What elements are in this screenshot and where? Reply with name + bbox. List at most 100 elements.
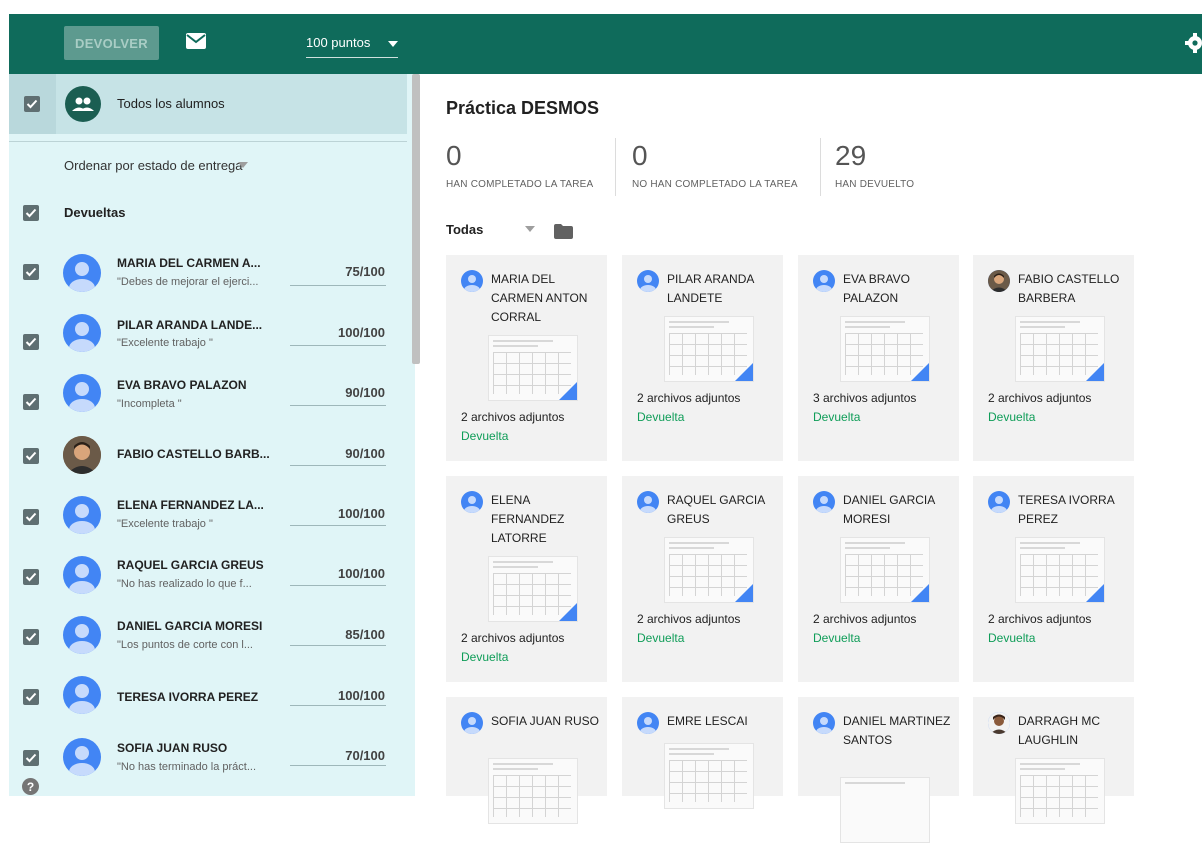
student-grade[interactable]: 70/100 [345,748,385,763]
submission-card[interactable]: FABIO CASTELLO BARBERA 2 archivos adjunt… [973,255,1134,461]
student-grade[interactable]: 75/100 [345,264,385,279]
student-checkbox[interactable] [23,509,39,525]
card-status: Devuelta [461,650,509,664]
student-name: TERESA IVORRA PEREZ [117,690,259,704]
student-row[interactable]: EVA BRAVO PALAZON "Incompleta " 90/100 [9,362,407,422]
stat-not-completed-value: 0 [632,140,648,171]
student-grade[interactable]: 100/100 [338,325,385,340]
student-row[interactable]: FABIO CASTELLO BARB... 90/100 [9,422,407,482]
student-grade[interactable]: 90/100 [345,385,385,400]
submission-card[interactable]: ELENA FERNANDEZ LATORRE 2 archivos adjun… [446,476,607,682]
attachment-thumbnail[interactable] [488,556,578,622]
avatar [988,270,1010,292]
student-checkbox[interactable] [23,448,39,464]
student-comment: "Incompleta " [117,398,182,410]
student-checkbox[interactable] [23,569,39,585]
card-attachments: 2 archivos adjuntos [637,391,741,405]
student-row[interactable]: DANIEL GARCIA MORESI "Los puntos de cort… [9,602,407,662]
all-students-row[interactable]: Todos los alumnos [9,74,407,134]
submission-card[interactable]: DANIEL MARTINEZ SANTOS [798,697,959,843]
card-student-name: RAQUEL GARCIA GREUS [667,493,765,526]
student-grade[interactable]: 85/100 [345,627,385,642]
student-row[interactable]: MARIA DEL CARMEN A... "Debes de mejorar … [9,242,407,302]
student-comment: "No has terminado la práct... [117,761,257,773]
card-attachments: 2 archivos adjuntos [813,612,917,626]
student-list-panel: Todos los alumnos Ordenar por estado de … [9,74,420,796]
attachment-thumbnail[interactable] [488,758,578,824]
student-checkbox[interactable] [23,264,39,280]
student-row[interactable]: PILAR ARANDA LANDE... "Excelente trabajo… [9,302,407,362]
chevron-down-icon[interactable] [525,226,535,232]
return-button[interactable]: DEVOLVER [64,26,159,60]
avatar [63,738,101,776]
student-checkbox[interactable] [23,750,39,766]
card-status: Devuelta [813,631,861,645]
student-checkbox[interactable] [23,629,39,645]
student-name: SOFIA JUAN RUSO [117,741,228,755]
student-checkbox[interactable] [23,689,39,705]
submission-card[interactable]: MARIA DEL CARMEN ANTON CORRAL 2 archivos… [446,255,607,461]
section-checkbox[interactable] [23,205,39,221]
submission-card[interactable]: EMRE LESCAI [622,697,783,809]
attachment-thumbnail[interactable] [664,537,754,603]
submission-card[interactable]: DARRAGH MC LAUGHLIN [973,697,1134,824]
attachment-thumbnail[interactable] [1015,537,1105,603]
submission-card[interactable]: DANIEL GARCIA MORESI 2 archivos adjuntos… [798,476,959,682]
submission-card[interactable]: RAQUEL GARCIA GREUS 2 archivos adjuntos … [622,476,783,682]
card-student-name: TERESA IVORRA PEREZ [1018,493,1115,526]
card-attachments: 2 archivos adjuntos [637,612,741,626]
student-row[interactable]: ELENA FERNANDEZ LA... "Excelente trabajo… [9,482,407,542]
attachment-thumbnail[interactable] [840,316,930,382]
chevron-down-icon[interactable] [238,162,248,168]
toolbar: DEVOLVER 100 puntos [9,14,1202,74]
dropdown-caret-icon [388,41,398,47]
submission-card[interactable]: EVA BRAVO PALAZON 3 archivos adjuntos De… [798,255,959,461]
student-grade[interactable]: 100/100 [338,688,385,703]
student-checkbox[interactable] [23,394,39,410]
filter-dropdown[interactable]: Todas [446,222,483,237]
student-comment: "Debes de mejorar el ejerci... [117,276,259,288]
attachment-thumbnail[interactable] [664,743,754,809]
divider [9,141,407,142]
scrollbar[interactable] [412,74,420,364]
card-status: Devuelta [461,429,509,443]
help-icon[interactable]: ? [22,778,39,800]
card-student-name: MARIA DEL CARMEN ANTON CORRAL [491,272,588,324]
folder-icon[interactable] [554,224,573,244]
grade-underline [290,405,386,406]
attachment-thumbnail[interactable] [840,537,930,603]
attachment-thumbnail[interactable] [1015,316,1105,382]
sort-dropdown[interactable]: Ordenar por estado de entrega [64,158,243,173]
card-attachments: 2 archivos adjuntos [988,391,1092,405]
attachment-thumbnail[interactable] [664,316,754,382]
grade-underline [290,285,386,286]
avatar [63,676,101,714]
all-students-checkbox-area[interactable] [9,74,56,134]
submission-card[interactable]: PILAR ARANDA LANDETE 2 archivos adjuntos… [622,255,783,461]
student-checkbox[interactable] [23,334,39,350]
points-select[interactable]: 100 puntos [306,35,398,58]
card-student-name: SOFIA JUAN RUSO [491,714,600,728]
attachment-thumbnail[interactable] [1015,758,1105,824]
student-grade[interactable]: 90/100 [345,446,385,461]
gear-icon[interactable] [1184,32,1202,59]
student-row[interactable]: RAQUEL GARCIA GREUS "No has realizado lo… [9,542,407,602]
section-label-returned: Devueltas [64,205,126,220]
avatar [63,436,101,474]
stat-returned-label: HAN DEVUELTO [835,179,915,190]
avatar [988,712,1010,734]
student-row[interactable]: SOFIA JUAN RUSO "No has terminado la prá… [9,722,407,782]
submission-card[interactable]: TERESA IVORRA PEREZ 2 archivos adjuntos … [973,476,1134,682]
submission-card[interactable]: SOFIA JUAN RUSO [446,697,607,824]
avatar [63,616,101,654]
card-student-name: ELENA FERNANDEZ LATORRE [491,493,565,545]
student-comment: "Los puntos de corte con l... [117,639,253,651]
student-row[interactable]: TERESA IVORRA PEREZ 100/100 [9,662,407,722]
attachment-thumbnail[interactable] [840,777,930,843]
stat-completed-value: 0 [446,140,462,171]
attachment-thumbnail[interactable] [488,335,578,401]
student-grade[interactable]: 100/100 [338,506,385,521]
all-students-checkbox[interactable] [24,96,40,112]
mail-icon[interactable] [186,33,206,54]
student-grade[interactable]: 100/100 [338,566,385,581]
